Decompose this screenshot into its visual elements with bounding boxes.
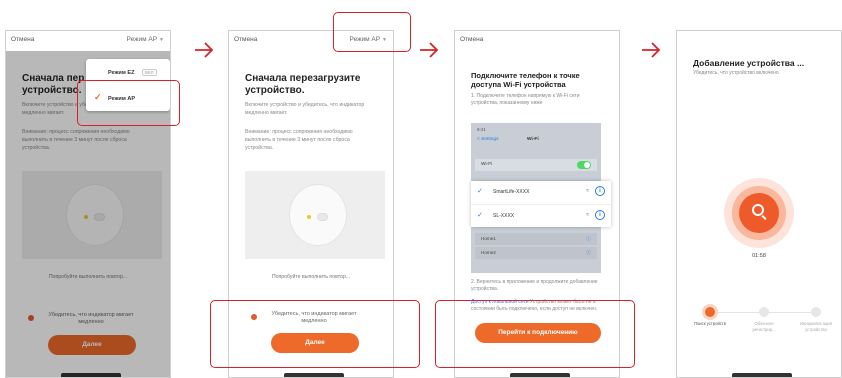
title-line-2: доступа Wi-Fi устройства	[471, 80, 566, 89]
info-icon: i	[595, 210, 605, 220]
cancel-button[interactable]: Отмена	[234, 36, 257, 43]
retry-hint-link[interactable]: Попробуйте выполнить повтор...	[229, 274, 393, 280]
arrow-right-icon	[642, 42, 661, 58]
highlight-mode-selector	[333, 12, 411, 52]
arrow-right-icon	[195, 42, 214, 58]
check-icon: ✓	[477, 188, 483, 195]
device-illustration	[245, 171, 385, 259]
home-indicator	[732, 373, 792, 377]
countdown-timer: 01:58	[752, 253, 766, 259]
toggle-switch	[577, 161, 591, 169]
search-progress-indicator	[724, 178, 794, 248]
chevron-down-icon: ▼	[159, 37, 164, 43]
device-image	[289, 184, 347, 246]
top-bar: Отмена	[455, 31, 619, 51]
back-link: < Settings	[477, 137, 499, 142]
step-label-init: Инициализ ация устройства	[800, 321, 832, 332]
arrow-right-icon	[420, 42, 439, 58]
step-dot-active	[705, 307, 715, 317]
step-label-search: Поиск устройств	[693, 321, 727, 326]
step-dot	[759, 307, 769, 317]
network-name: SL-XXXX	[493, 213, 515, 219]
highlight-connect-button	[435, 300, 635, 368]
info-icon: ⓘ	[586, 236, 591, 241]
page-title: Добавление устройства ...	[693, 58, 805, 68]
warning-text: Внимание: процесс сопряжения необходимо …	[245, 129, 353, 151]
highlight-confirm-next	[210, 300, 420, 368]
home-indicator	[284, 373, 344, 377]
spinner-ring	[732, 186, 786, 240]
highlight-ap-option	[77, 80, 180, 126]
network-name: SmartLife-XXXX	[493, 189, 530, 195]
check-icon: ✓	[477, 212, 483, 219]
network-list-card: ✓ SmartLife-XXXX ≈ i ✓ SL-XXXX ≈ i	[471, 181, 611, 227]
wifi-signal-icon: ≈	[586, 212, 589, 218]
subtitle: Убедитесь, что устройство включено	[693, 70, 779, 76]
cancel-button[interactable]: Отмена	[11, 36, 34, 43]
network-row: ✓ SL-XXXX ≈ i	[471, 204, 611, 226]
home-indicator	[510, 373, 570, 377]
title-line-2: устройство.	[245, 85, 305, 96]
status-time: 9:41	[477, 127, 486, 132]
network-name: Home2	[481, 250, 496, 255]
mode-label: Режим AP	[126, 36, 158, 43]
step-2-text: 2. Вернитесь в приложение и продолжите д…	[471, 279, 598, 292]
network-row-dim: Home2 ⓘ	[475, 247, 597, 259]
cancel-button[interactable]: Отмена	[460, 36, 483, 43]
page-title: Подключите телефон к точке доступа Wi-Fi…	[471, 71, 580, 89]
info-icon: ⓘ	[586, 250, 591, 255]
step-1-text: 1. Подключите телефон напрямую к Wi-Fi с…	[471, 93, 580, 106]
title-line-1: Сначала перезагрузите	[245, 73, 361, 84]
step-dot	[811, 307, 821, 317]
network-row-dim: Home1 ⓘ	[475, 233, 597, 245]
led-indicator	[307, 215, 311, 219]
page-title: Сначала перезагрузите устройство.	[245, 73, 360, 97]
wifi-toggle-row: Wi-Fi	[475, 159, 597, 171]
title-line-1: Подключите телефон к точке	[471, 71, 580, 80]
network-name: Home1	[481, 236, 496, 241]
wifi-header: Wi-Fi	[527, 137, 539, 142]
wifi-row-label: Wi-Fi	[481, 162, 493, 167]
instruction-text: Включите устройство и убедитесь, что инд…	[245, 102, 365, 116]
magnifier-glyph	[752, 204, 764, 216]
top-bar: Отмена Режим AP ▼	[6, 31, 170, 51]
device-button	[317, 213, 328, 221]
dropdown-item-tag: ВКЛ	[142, 69, 157, 76]
search-icon	[739, 193, 779, 233]
step-label-cloud: Облачное регистрир...	[752, 321, 776, 332]
network-row: ✓ SmartLife-XXXX ≈ i	[471, 181, 611, 203]
wifi-signal-icon: ≈	[586, 188, 589, 194]
dropdown-item-label: Режим EZ	[108, 70, 135, 76]
mode-selector[interactable]: Режим AP ▼	[127, 36, 164, 43]
info-icon: i	[595, 186, 605, 196]
wifi-settings-illustration: 9:41 < Settings Wi-Fi Wi-Fi ✓ SmartLife-…	[471, 123, 611, 273]
screen-adding-device: Добавление устройства ... Убедитесь, что…	[676, 30, 842, 378]
